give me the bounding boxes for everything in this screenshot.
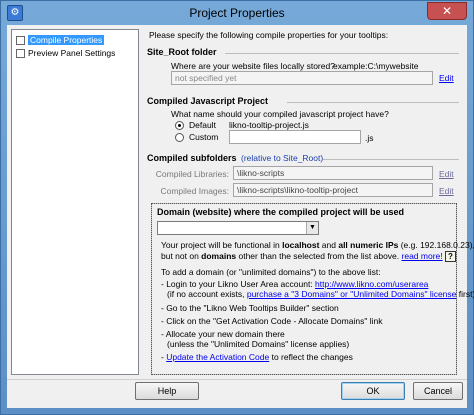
divider [323, 159, 459, 160]
page-icon [16, 35, 25, 45]
step-update: - Update the Activation Code to reflect … [161, 352, 353, 362]
settings-tree[interactable]: Compile Properties Preview Panel Setting… [11, 29, 139, 375]
custom-js-name-input[interactable] [229, 130, 361, 144]
compile-properties-panel: Please specify the following compile pro… [145, 25, 474, 377]
intro-text: Please specify the following compile pro… [149, 30, 389, 40]
subfolders-title: Compiled subfolders [147, 153, 237, 163]
divider [7, 379, 467, 380]
chevron-down-icon[interactable]: ▼ [306, 222, 318, 234]
page-icon [16, 48, 25, 58]
step-purchase: (if no account exists, purchase a "3 Dom… [167, 289, 474, 299]
update-activation-code-link[interactable]: Update the Activation Code [166, 352, 269, 362]
step-allocate-note: (unless the "Unlimited Domains" license … [167, 339, 350, 349]
add-domain-intro: To add a domain (or "unlimited domains")… [161, 267, 381, 277]
user-area-link[interactable]: http://www.likno.com/userarea [315, 279, 428, 289]
compiled-js-title: Compiled Javascript Project [147, 96, 269, 106]
domain-title: Domain (website) where the compiled proj… [157, 207, 405, 217]
domain-info-line2: but not on domains other than the select… [161, 251, 456, 262]
close-icon: ✕ [441, 4, 453, 18]
step-allocate: - Allocate your new domain there [161, 329, 285, 339]
title-bar[interactable]: ⚙ Project Properties ✕ [1, 1, 473, 25]
subfolders-note: (relative to Site_Root) [241, 153, 324, 163]
custom-radio[interactable] [175, 133, 184, 142]
domain-select[interactable]: ▼ [157, 221, 319, 235]
compiled-js-question: What name should your compiled javascrip… [171, 109, 389, 119]
domain-info-line1: Your project will be functional in local… [161, 240, 474, 250]
js-extension-label: .js [365, 133, 374, 143]
read-more-link[interactable]: read more! [402, 251, 443, 261]
project-properties-window: ⚙ Project Properties ✕ Compile Propertie… [0, 0, 474, 415]
site-root-example: example:C:\mywebsite [333, 61, 419, 71]
dialog-client: Compile Properties Preview Panel Setting… [7, 25, 474, 408]
site-root-edit-link[interactable]: Edit [439, 73, 454, 83]
default-radio-label: Default [189, 120, 216, 130]
divider [225, 53, 459, 54]
step-go-to-section: - Go to the "Likno Web Tooltips Builder"… [161, 303, 339, 313]
compiled-images-edit-link[interactable]: Edit [439, 186, 454, 196]
help-button[interactable]: Help [135, 382, 199, 400]
default-radio[interactable] [175, 121, 184, 130]
default-js-name: likno-tooltip-project.js [229, 120, 309, 130]
tree-item-compile-properties[interactable]: Compile Properties [16, 34, 105, 46]
compiled-images-label: Compiled Images: [160, 186, 229, 196]
site-root-field: not specified yet [171, 71, 433, 85]
app-icon: ⚙ [7, 5, 23, 21]
compiled-libraries-label: Compiled Libraries: [155, 169, 229, 179]
cancel-button[interactable]: Cancel [413, 382, 463, 400]
step-login: - Login to your Likno User Area account:… [161, 279, 429, 289]
purchase-license-link[interactable]: purchase a "3 Domains" or "Unlimited Dom… [247, 289, 457, 299]
compiled-libraries-field: \likno-scripts [233, 166, 433, 180]
help-icon[interactable]: ? [445, 251, 456, 262]
close-button[interactable]: ✕ [427, 2, 467, 20]
site-root-question: Where are your website files locally sto… [171, 61, 335, 71]
compiled-images-field: \likno-scripts\likno-tooltip-project [233, 183, 433, 197]
site-root-title: Site_Root folder [147, 47, 217, 57]
step-click-link: - Click on the "Get Activation Code - Al… [161, 316, 383, 326]
divider [287, 102, 459, 103]
tree-item-preview-panel-settings[interactable]: Preview Panel Settings [16, 47, 115, 59]
custom-radio-label: Custom [189, 132, 219, 142]
window-title: Project Properties [189, 6, 285, 20]
compiled-libraries-edit-link[interactable]: Edit [439, 169, 454, 179]
ok-button[interactable]: OK [341, 382, 405, 400]
